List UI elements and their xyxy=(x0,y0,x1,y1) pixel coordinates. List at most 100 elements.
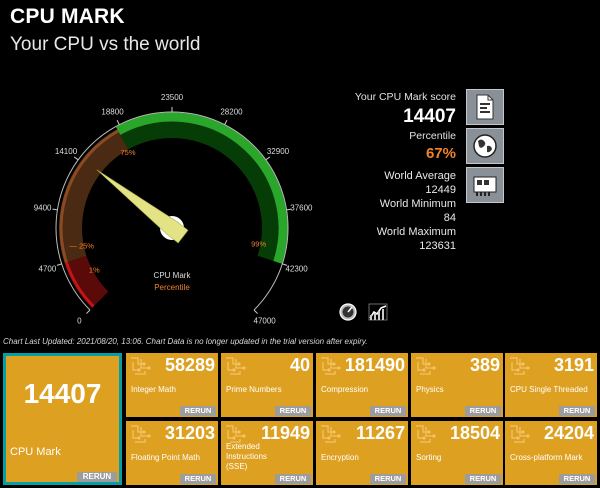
circuit-icon xyxy=(416,425,436,443)
tile-floating-point-math[interactable]: 31203 Floating Point Math RERUN xyxy=(126,421,218,485)
gauge-center-label: CPU Mark xyxy=(154,271,192,280)
gauge-tick-label: 18800 xyxy=(101,107,124,116)
tile-label: Floating Point Math xyxy=(131,453,200,462)
tile-sorting[interactable]: 18504 Sorting RERUN xyxy=(411,421,503,485)
rerun-button[interactable]: RERUN xyxy=(275,406,311,416)
circuit-icon xyxy=(510,357,530,375)
report-button[interactable] xyxy=(466,89,504,125)
rerun-button[interactable]: RERUN xyxy=(370,406,406,416)
tile-value: 24204 xyxy=(543,423,594,443)
gauge-tick-label: 14100 xyxy=(55,147,78,156)
score-stats: Your CPU Mark score 14407 Percentile 67%… xyxy=(352,91,456,253)
gauge-tick-label: 47000 xyxy=(254,317,277,326)
circuit-icon xyxy=(510,425,530,443)
tile-value: 40 xyxy=(289,355,310,375)
world-minimum-value: 84 xyxy=(443,212,456,224)
chart-footnote: Chart Last Updated: 2021/08/20, 13:06. C… xyxy=(3,337,368,346)
globe-icon xyxy=(473,134,497,158)
gauge-center-sublabel: Percentile xyxy=(154,283,190,292)
gauge-needle xyxy=(96,169,189,244)
tile-value: 11949 xyxy=(260,423,310,443)
system-info-button[interactable] xyxy=(466,167,504,203)
tile-value: 58289 xyxy=(164,355,215,375)
tile-compression[interactable]: 181490 Compression RERUN xyxy=(316,353,408,417)
tile-value: 31203 xyxy=(164,423,215,443)
circuit-icon xyxy=(321,357,341,375)
rerun-button[interactable]: RERUN xyxy=(180,474,216,484)
world-maximum-value: 123631 xyxy=(419,240,456,252)
gauge-tick-label: 37600 xyxy=(290,204,313,213)
speedometer-icon xyxy=(339,303,357,321)
tile-label: Extended Instructions (SSE) xyxy=(226,442,267,471)
document-icon xyxy=(476,94,494,120)
chart-view-button[interactable] xyxy=(367,301,389,323)
gauge-band-label: 99% xyxy=(251,239,266,248)
circuit-icon xyxy=(131,357,151,375)
circuit-icon xyxy=(226,357,246,375)
tile-cpu-single-threaded[interactable]: 3191 CPU Single Threaded RERUN xyxy=(505,353,597,417)
world-minimum-label: World Minimum xyxy=(379,198,456,210)
gauge-tick-label: 32900 xyxy=(267,147,290,156)
gauge-tick xyxy=(265,156,271,161)
gauge-view-button[interactable] xyxy=(337,301,359,323)
gauge-band-label: — 25% xyxy=(69,242,94,251)
tile-label: Integer Math xyxy=(131,385,176,394)
tile-label: Prime Numbers xyxy=(226,385,282,394)
circuit-icon xyxy=(416,357,436,375)
gauge-tick xyxy=(116,119,120,125)
gauge-tick xyxy=(52,208,58,211)
rerun-button[interactable]: RERUN xyxy=(559,406,595,416)
cpu-mark-score: 14407 xyxy=(23,378,102,409)
percentile-value: 67% xyxy=(425,145,456,162)
page-subtitle: Your CPU vs the world xyxy=(10,34,201,55)
tile-encryption[interactable]: 11267 Encryption RERUN xyxy=(316,421,408,485)
cpu-mark-gauge: 0 4700 9400 14100 18800 23500 28200 32900 37600 4… xyxy=(34,93,313,326)
circuit-icon xyxy=(226,425,246,443)
circuit-icon xyxy=(131,425,151,443)
gauge-tick-label: 42300 xyxy=(285,264,308,273)
tile-cross-platform-mark[interactable]: 24204 Cross-platform Mark RERUN xyxy=(505,421,597,485)
benchmark-tiles: 14407 CPU Mark RERUN 58289 Integer Math RE… xyxy=(0,350,600,488)
chart-icon xyxy=(368,303,388,321)
rerun-button[interactable]: RERUN xyxy=(465,474,501,484)
tile-label: Physics xyxy=(416,385,444,394)
circuit-icon xyxy=(321,425,341,443)
tile-label: Cross-platform Mark xyxy=(510,453,583,462)
rerun-button[interactable]: RERUN xyxy=(559,474,595,484)
gauge-tick-label: 4700 xyxy=(39,264,57,273)
rerun-button[interactable]: RERUN xyxy=(370,474,406,484)
gauge-tick xyxy=(224,119,228,125)
gauge-band-label: 1% xyxy=(89,265,100,274)
rerun-button[interactable]: RERUN xyxy=(180,406,216,416)
tile-label: Sorting xyxy=(416,453,442,462)
gauge-tick xyxy=(73,156,79,161)
tile-label: Encryption xyxy=(321,453,359,462)
tile-physics[interactable]: 389 Physics RERUN xyxy=(411,353,503,417)
tile-value: 11267 xyxy=(355,423,405,443)
world-maximum-label: World Maximum xyxy=(376,226,456,238)
cpu-mark-label: CPU Mark xyxy=(10,446,61,458)
world-average-value: 12449 xyxy=(425,184,456,196)
tile-extended-instructions[interactable]: 11949 Extended Instructions (SSE) RERUN xyxy=(221,421,313,485)
tile-value: 181490 xyxy=(344,355,405,375)
world-average-label: World Average xyxy=(384,170,456,182)
hardware-card-icon xyxy=(473,176,497,196)
compare-online-button[interactable] xyxy=(466,128,504,164)
cpu-mark-tile[interactable]: 14407 CPU Mark RERUN xyxy=(3,353,122,485)
gauge-tick-label: 28200 xyxy=(220,107,243,116)
tile-prime-numbers[interactable]: 40 Prime Numbers RERUN xyxy=(221,353,313,417)
cpu-mark-rerun-button[interactable]: RERUN xyxy=(77,472,117,482)
gauge-tick-label: 9400 xyxy=(34,204,52,213)
tile-label: Compression xyxy=(321,385,369,394)
tile-label: CPU Single Threaded xyxy=(510,385,588,394)
tile-value: 18504 xyxy=(449,423,500,443)
rerun-button[interactable]: RERUN xyxy=(465,406,501,416)
score-label: Your CPU Mark score xyxy=(354,91,456,103)
tile-integer-math[interactable]: 58289 Integer Math RERUN xyxy=(126,353,218,417)
gauge-tick xyxy=(253,309,258,314)
gauge-tick xyxy=(56,263,62,266)
rerun-button[interactable]: RERUN xyxy=(275,474,311,484)
gauge-tick xyxy=(86,309,91,314)
gauge-tick-label: 23500 xyxy=(161,93,184,102)
score-value: 14407 xyxy=(403,106,456,127)
